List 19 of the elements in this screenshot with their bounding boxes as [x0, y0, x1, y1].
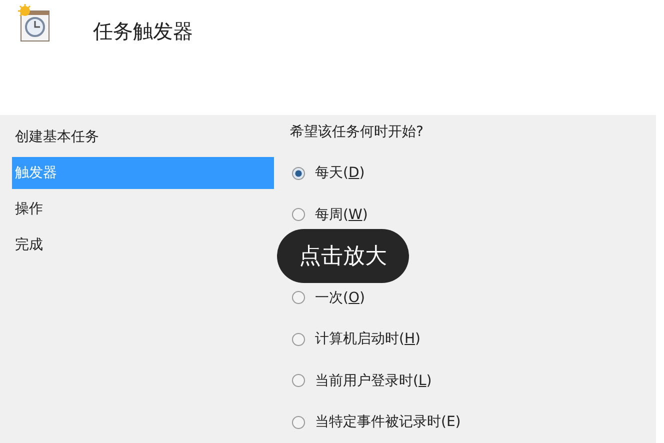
window-title: 任务触发器: [93, 18, 193, 45]
option-label[interactable]: 当特定事件被记录时(E): [315, 413, 461, 432]
option-label[interactable]: 每天(D): [315, 164, 365, 182]
sidebar-item[interactable]: 完成: [12, 228, 46, 260]
option-label[interactable]: 计算机启动时(H): [315, 330, 420, 348]
radio-button[interactable]: [292, 332, 305, 346]
sidebar-item[interactable]: 操作: [12, 192, 46, 224]
option-label[interactable]: 当前用户登录时(L): [315, 372, 432, 390]
question-text: 希望该任务何时开始?: [290, 122, 424, 140]
zoom-overlay-button[interactable]: 点击放大: [277, 229, 409, 284]
radio-button[interactable]: [292, 166, 305, 180]
radio-button[interactable]: [292, 416, 305, 429]
radio-button[interactable]: [292, 291, 305, 304]
radio-button[interactable]: [292, 374, 305, 388]
sidebar-item[interactable]: 创建基本任务: [12, 120, 102, 152]
radio-button[interactable]: [292, 208, 305, 222]
clock-calendar-icon: [17, 4, 51, 42]
option-label[interactable]: 每周(W): [315, 206, 368, 224]
option-label[interactable]: 一次(O): [315, 288, 365, 307]
